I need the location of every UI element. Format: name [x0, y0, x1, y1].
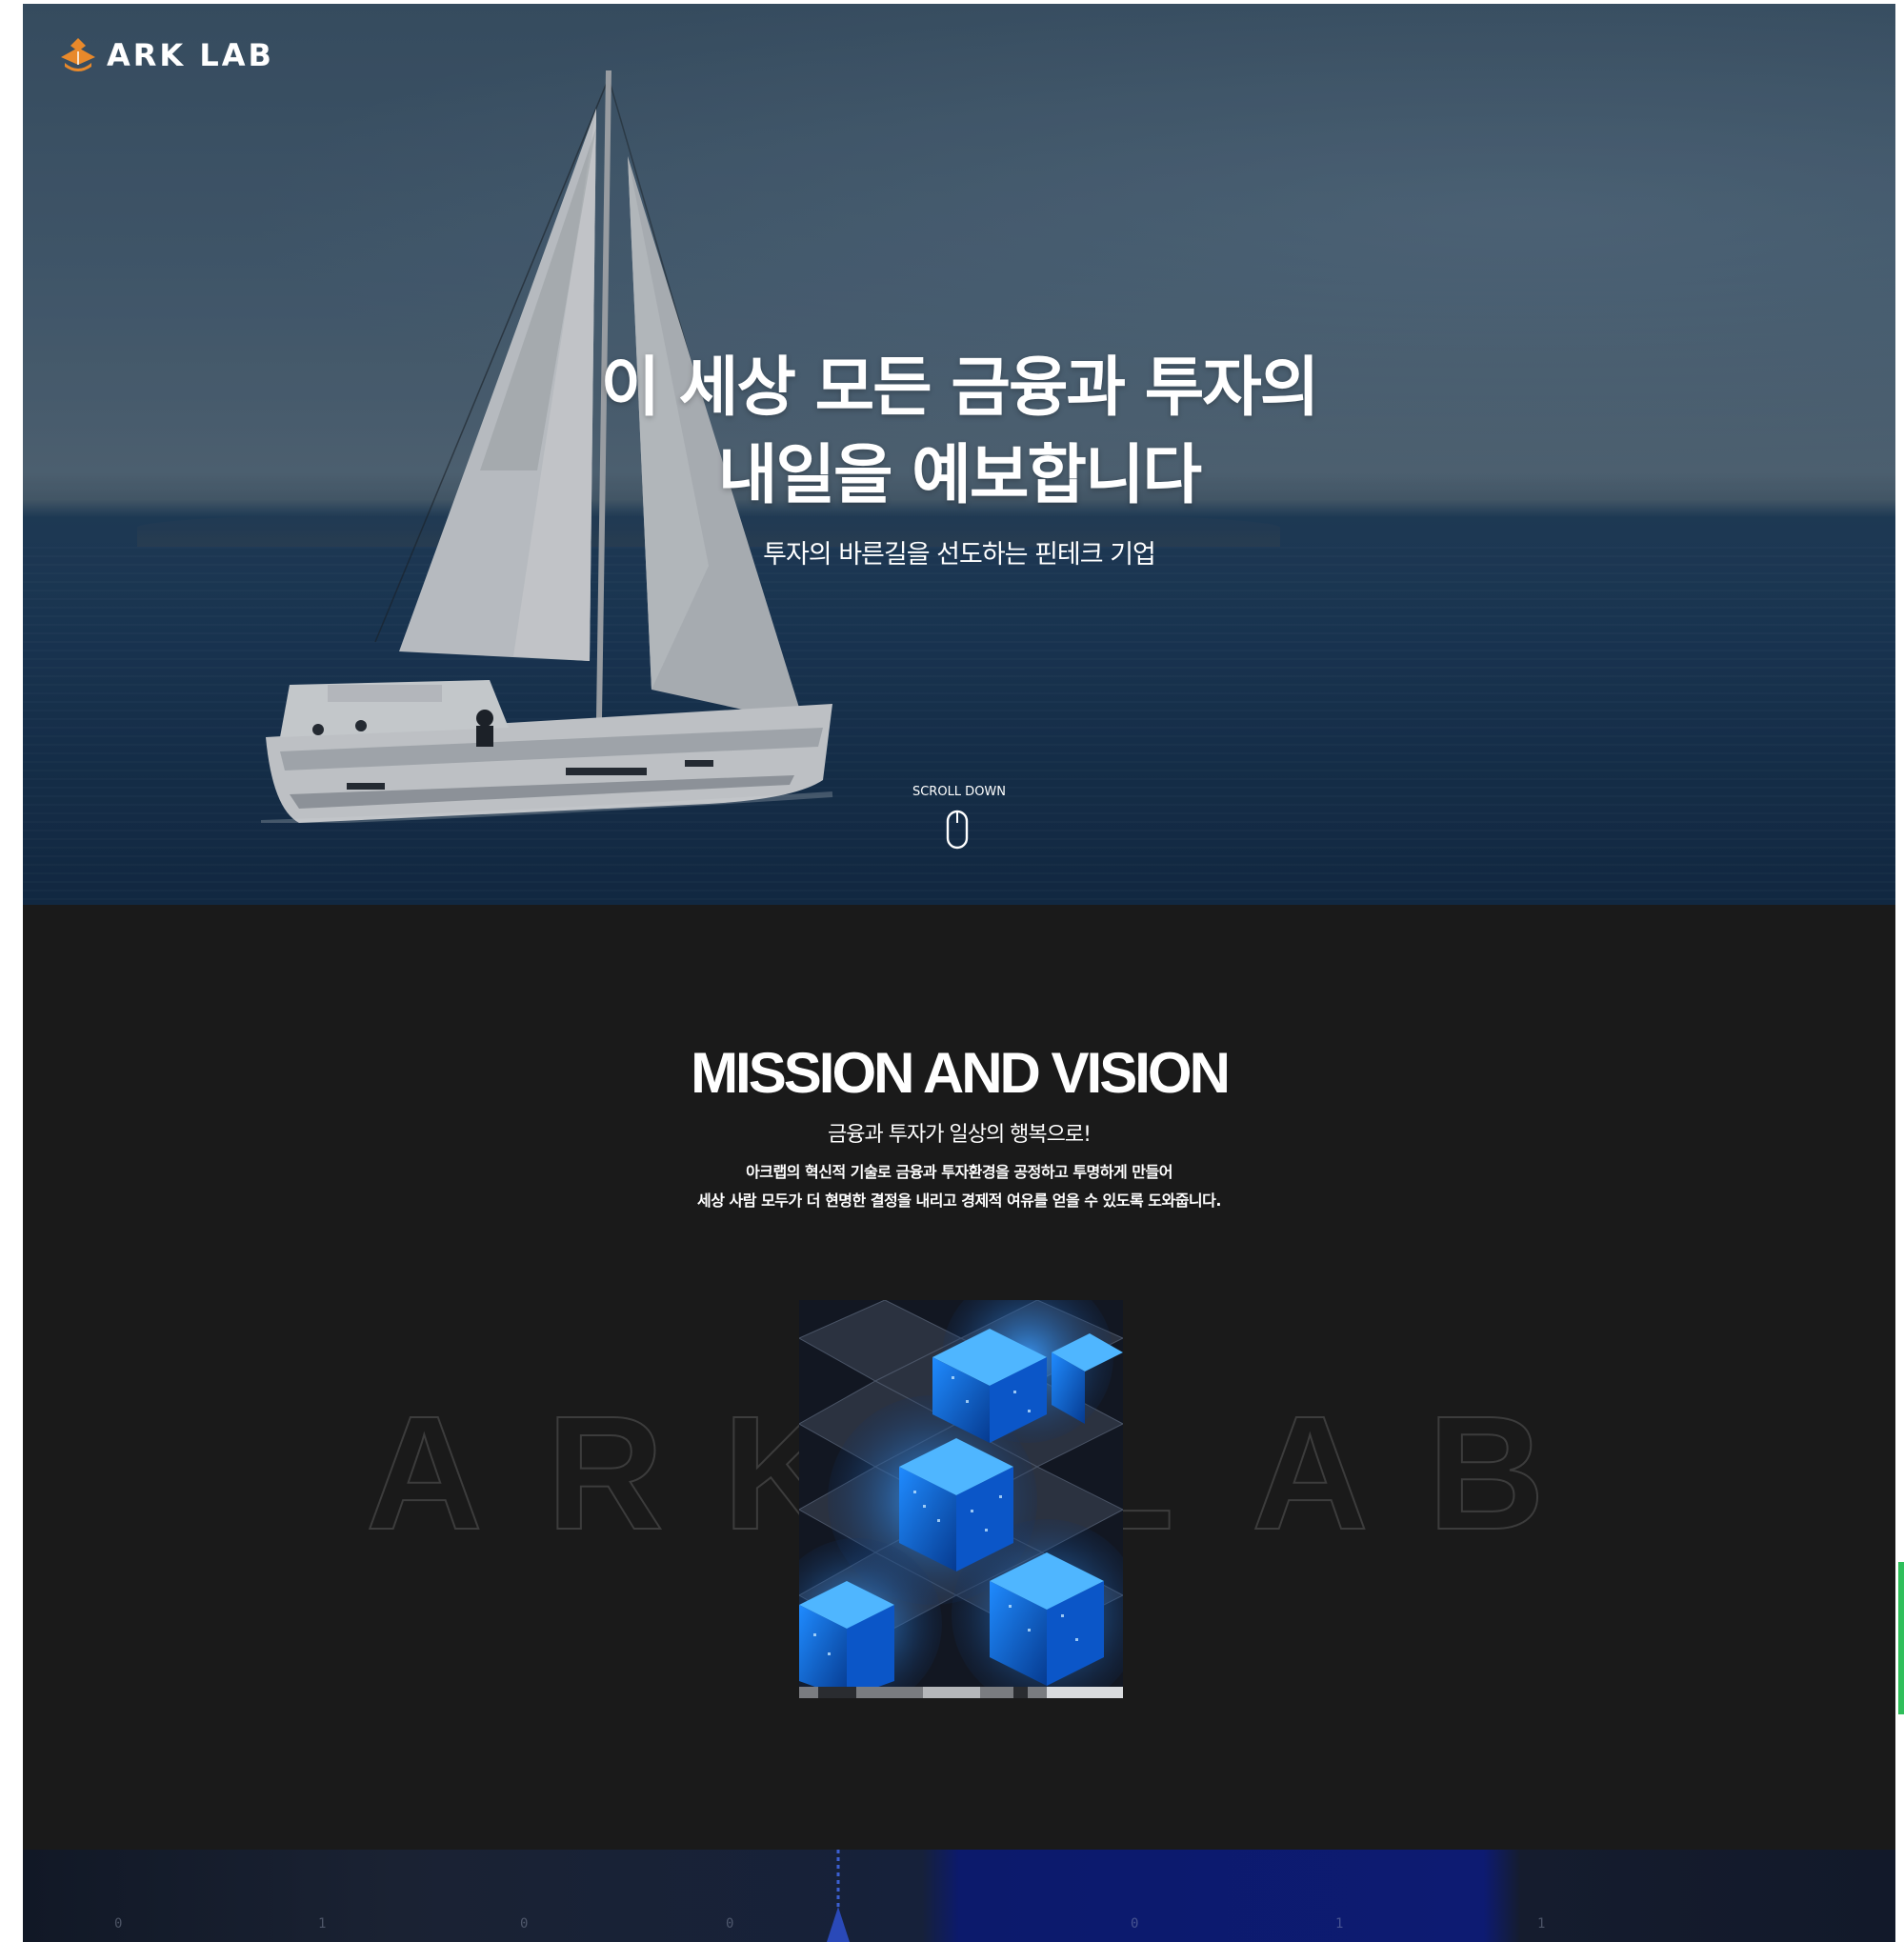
blockchain-cubes-image [799, 1300, 1123, 1698]
tower-icon [827, 1850, 850, 1942]
strip-digit: 0 [726, 1916, 734, 1932]
mission-section: MISSION AND VISION 금융과 투자가 일상의 행복으로! 아크랩… [23, 905, 1895, 1857]
strip-digit: 0 [520, 1916, 529, 1932]
strip-digit: 1 [1537, 1916, 1546, 1932]
hero-title: 이 세상 모든 금융과 투자의 내일을 예보합니다 [23, 345, 1895, 520]
outline-letter-r: R [547, 1383, 664, 1543]
page: ARK LAB 이 세상 모든 금융과 투자의 내일을 예보합니다 투자의 바른… [23, 4, 1895, 1942]
strip-digit: 0 [1131, 1916, 1139, 1932]
hero-subtitle: 투자의 바른길을 선도하는 핀테크 기업 [763, 540, 1156, 570]
next-section-preview: 0 1 0 0 0 1 1 [23, 1850, 1895, 1942]
outline-letter-b: B [1428, 1383, 1545, 1543]
scroll-down-label[interactable]: SCROLL DOWN [23, 785, 1895, 799]
mission-title: MISSION AND VISION [691, 1041, 1231, 1105]
side-accent-bar [1898, 1562, 1904, 1714]
outline-letter-a1: A [366, 1383, 483, 1543]
mission-desc-line1: 아크랩의 혁신적 기술로 금융과 투자환경을 공정하고 투명하게 만들어 [746, 1163, 1172, 1181]
mission-desc-line2: 세상 사람 모두가 더 현명한 결정을 내리고 경제적 여유를 얻을 수 있도록… [697, 1191, 1221, 1210]
outline-letter-a2: A [1252, 1383, 1369, 1543]
logo-text: ARK LAB [107, 37, 274, 73]
strip-digit: 1 [318, 1916, 327, 1932]
strip-digit: 0 [114, 1916, 123, 1932]
mission-description: 아크랩의 혁신적 기술로 금융과 투자환경을 공정하고 투명하게 만들어 세상 … [23, 1158, 1895, 1215]
hero-section: ARK LAB 이 세상 모든 금융과 투자의 내일을 예보합니다 투자의 바른… [23, 4, 1895, 905]
hero-title-line1: 이 세상 모든 금융과 투자의 [600, 350, 1320, 426]
ark-lab-logo[interactable]: ARK LAB [57, 36, 274, 74]
mouse-icon[interactable] [946, 810, 969, 850]
hero-title-line2: 내일을 예보합니다 [717, 438, 1202, 513]
mission-subtitle: 금융과 투자가 일상의 행복으로! [828, 1123, 1092, 1147]
strip-digit: 1 [1335, 1916, 1344, 1932]
ark-logo-icon [61, 38, 95, 71]
